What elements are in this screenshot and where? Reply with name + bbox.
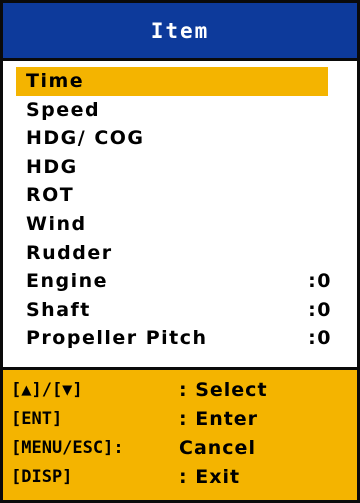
menu-item-label: Engine xyxy=(26,270,109,293)
hint-key-ent: [ENT] xyxy=(11,409,63,429)
key-hint-panel: [▲]/[▼] : Select [ENT] : Enter [MENU/ESC… xyxy=(3,370,357,500)
hint-key-arrows: [▲]/[▼] xyxy=(11,380,83,400)
title-bar: Item xyxy=(3,3,357,58)
menu-item-wind[interactable]: Wind xyxy=(16,210,346,239)
menu-item-label: Propeller Pitch xyxy=(26,327,208,350)
hint-row-select: [▲]/[▼] : Select xyxy=(3,376,357,405)
menu-item-engine[interactable]: Engine :0 xyxy=(16,267,346,296)
hint-action-exit: : Exit xyxy=(179,466,241,488)
hint-row-enter: [ENT] : Enter xyxy=(3,405,357,434)
hint-key-disp: [DISP] xyxy=(11,467,73,487)
hint-action-enter: : Enter xyxy=(179,408,259,430)
menu-item-rot[interactable]: ROT xyxy=(16,181,346,210)
hint-row-exit: [DISP] : Exit xyxy=(3,463,357,492)
hint-action-select: : Select xyxy=(179,379,268,401)
menu-item-label: ROT xyxy=(26,184,75,207)
menu-item-rudder[interactable]: Rudder xyxy=(16,239,346,268)
menu-item-speed[interactable]: Speed xyxy=(16,96,346,125)
menu-item-label: HDG xyxy=(26,155,78,178)
menu-item-shaft[interactable]: Shaft :0 xyxy=(16,296,346,325)
menu-item-hdg[interactable]: HDG xyxy=(16,153,346,182)
menu-item-label: Wind xyxy=(26,212,87,235)
item-menu-window: Item Time Speed HDG/ COG HDG ROT Wind Ru… xyxy=(0,0,360,503)
hint-action-cancel: Cancel xyxy=(179,437,256,459)
window-title: Item xyxy=(150,18,210,43)
menu-item-label: Time xyxy=(26,70,85,92)
title-divider xyxy=(3,58,357,61)
item-list: Time Speed HDG/ COG HDG ROT Wind Rudder xyxy=(16,67,346,353)
menu-item-value: :0 xyxy=(308,270,332,293)
hint-key-menu-esc: [MENU/ESC]: xyxy=(11,438,124,458)
menu-item-time[interactable]: Time xyxy=(16,67,328,96)
menu-item-label: Rudder xyxy=(26,241,113,264)
menu-item-propeller-pitch[interactable]: Propeller Pitch :0 xyxy=(16,324,346,353)
menu-item-value: :0 xyxy=(308,327,332,350)
menu-item-label: Shaft xyxy=(26,298,91,321)
menu-item-value: :0 xyxy=(308,298,332,321)
menu-item-label: HDG/ COG xyxy=(26,127,145,150)
menu-item-hdg-cog[interactable]: HDG/ COG xyxy=(16,124,346,153)
hint-row-cancel: [MENU/ESC]: Cancel xyxy=(3,434,357,463)
menu-item-label: Speed xyxy=(26,98,101,121)
